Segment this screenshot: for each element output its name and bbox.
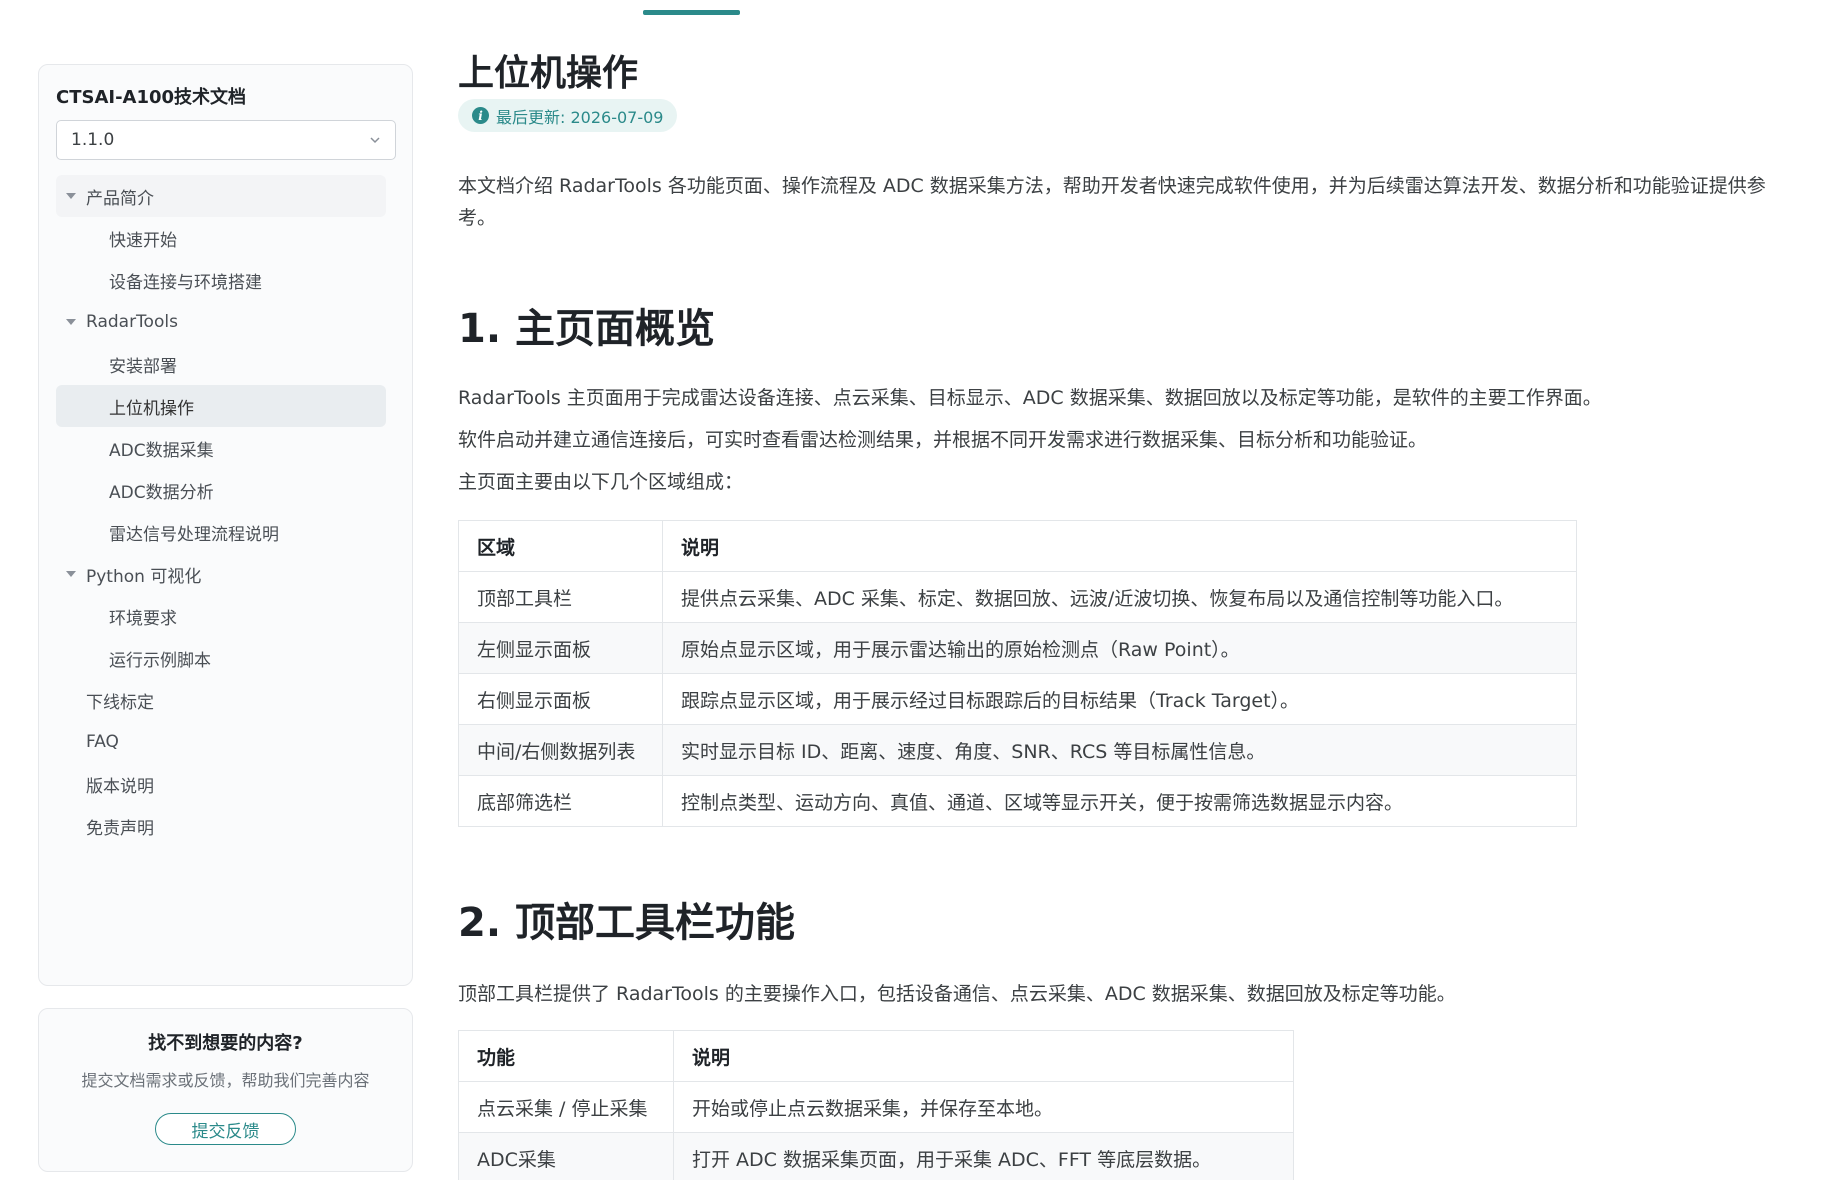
sidebar-item-label: RadarTools	[86, 312, 178, 332]
table-cell: 开始或停止点云数据采集，并保存至本地。	[673, 1081, 1294, 1133]
sidebar-nav: 产品简介 快速开始 设备连接与环境搭建 RadarTools 安装部署 上位机操…	[56, 175, 386, 847]
section-heading-toolbar: 2. 顶部工具栏功能	[458, 900, 795, 946]
sidebar-item-disclaimer[interactable]: 免责声明	[56, 805, 386, 847]
table-cell: 控制点类型、运动方向、真值、通道、区域等显示开关，便于按需筛选数据显示内容。	[662, 775, 1577, 827]
sidebar-item-label: Python 可视化	[86, 566, 202, 587]
feedback-title: 找不到想要的内容?	[148, 1033, 303, 1054]
sidebar-item-release-notes[interactable]: 版本说明	[56, 763, 386, 805]
table-header: 区域	[458, 520, 663, 572]
table-row: 右侧显示面板 跟踪点显示区域，用于展示经过目标跟踪后的目标结果（Track Ta…	[458, 673, 1577, 725]
sidebar-item-calibration[interactable]: 下线标定	[56, 679, 386, 721]
version-select[interactable]: 1.1.0	[56, 120, 396, 160]
feedback-card: 找不到想要的内容? 提交文档需求或反馈，帮助我们完善内容 提交反馈	[38, 1008, 413, 1172]
table-row: ADC采集 打开 ADC 数据采集页面，用于采集 ADC、FFT 等底层数据。	[458, 1132, 1294, 1180]
table-cell: 右侧显示面板	[458, 673, 663, 725]
table-cell: 点云采集 / 停止采集	[458, 1081, 674, 1133]
sidebar-item-label: ADC数据采集	[109, 440, 214, 461]
sidebar-item-label: 环境要求	[109, 608, 177, 629]
table-row: 顶部工具栏 提供点云采集、ADC 采集、标定、数据回放、远波/近波切换、恢复布局…	[458, 571, 1577, 623]
intro-paragraph: 本文档介绍 RadarTools 各功能页面、操作流程及 ADC 数据采集方法，…	[458, 175, 1766, 229]
table-cell: 顶部工具栏	[458, 571, 663, 623]
sidebar-item-label: 设备连接与环境搭建	[109, 272, 262, 293]
page-title: 上位机操作	[458, 53, 639, 94]
sidebar-item-radartools[interactable]: RadarTools	[56, 301, 386, 343]
sidebar-item-quick-start[interactable]: 快速开始	[56, 217, 386, 259]
sidebar-item-env-requirements[interactable]: 环境要求	[56, 595, 386, 637]
submit-feedback-button[interactable]: 提交反馈	[155, 1113, 296, 1145]
sidebar-item-label: 下线标定	[86, 692, 154, 713]
table-header: 说明	[662, 520, 1577, 572]
sidebar-item-install[interactable]: 安装部署	[56, 343, 386, 385]
doc-title: CTSAI-A100技术文档	[56, 87, 247, 108]
feedback-description: 提交文档需求或反馈，帮助我们完善内容	[81, 1071, 370, 1090]
table-row: 底部筛选栏 控制点类型、运动方向、真值、通道、区域等显示开关，便于按需筛选数据显…	[458, 775, 1577, 827]
sidebar-item-run-example[interactable]: 运行示例脚本	[56, 637, 386, 679]
info-icon: i	[472, 107, 489, 124]
table-cell: 提供点云采集、ADC 采集、标定、数据回放、远波/近波切换、恢复布局以及通信控制…	[662, 571, 1577, 623]
sidebar-item-label: 快速开始	[109, 230, 177, 251]
toolbar-functions-table: 功能 说明 点云采集 / 停止采集 开始或停止点云数据采集，并保存至本地。 AD…	[458, 1030, 1294, 1180]
sidebar-item-faq[interactable]: FAQ	[56, 721, 386, 763]
sidebar-item-adc-capture[interactable]: ADC数据采集	[56, 427, 386, 469]
chevron-down-icon	[370, 137, 380, 144]
caret-down-icon[interactable]	[66, 319, 76, 325]
caret-down-icon[interactable]	[66, 193, 76, 199]
paragraph: RadarTools 主页面用于完成雷达设备连接、点云采集、目标显示、ADC 数…	[458, 387, 1602, 409]
active-tab-indicator	[643, 10, 740, 15]
sidebar-item-device-connection[interactable]: 设备连接与环境搭建	[56, 259, 386, 301]
table-row: 点云采集 / 停止采集 开始或停止点云数据采集，并保存至本地。	[458, 1081, 1294, 1133]
sidebar-item-label: 运行示例脚本	[109, 650, 211, 671]
table-header: 说明	[673, 1030, 1294, 1082]
table-header-row: 区域 说明	[458, 520, 1577, 572]
table-cell: 打开 ADC 数据采集页面，用于采集 ADC、FFT 等底层数据。	[673, 1132, 1294, 1180]
table-cell: 原始点显示区域，用于展示雷达输出的原始检测点（Raw Point）。	[662, 622, 1577, 674]
table-header: 功能	[458, 1030, 674, 1082]
sidebar-item-product-intro[interactable]: 产品简介	[56, 175, 386, 217]
section-heading-overview: 1. 主页面概览	[458, 306, 715, 352]
overview-table: 区域 说明 顶部工具栏 提供点云采集、ADC 采集、标定、数据回放、远波/近波切…	[458, 520, 1577, 827]
table-cell: 跟踪点显示区域，用于展示经过目标跟踪后的目标结果（Track Target）。	[662, 673, 1577, 725]
version-value: 1.1.0	[71, 130, 115, 150]
paragraph: 主页面主要由以下几个区域组成：	[458, 471, 744, 493]
sidebar-item-python-viz[interactable]: Python 可视化	[56, 553, 386, 595]
paragraph: 软件启动并建立通信连接后，可实时查看雷达检测结果，并根据不同开发需求进行数据采集…	[458, 429, 1428, 451]
sidebar-item-label: 产品简介	[86, 188, 154, 209]
last-updated-badge: i 最后更新: 2026-07-09	[458, 99, 678, 132]
paragraph: 顶部工具栏提供了 RadarTools 的主要操作入口，包括设备通信、点云采集、…	[458, 983, 1456, 1005]
sidebar-item-label: ADC数据分析	[109, 482, 214, 503]
sidebar-item-label: 安装部署	[109, 356, 177, 377]
sidebar-item-signal-processing[interactable]: 雷达信号处理流程说明	[56, 511, 386, 553]
sidebar-item-adc-analysis[interactable]: ADC数据分析	[56, 469, 386, 511]
table-row: 左侧显示面板 原始点显示区域，用于展示雷达输出的原始检测点（Raw Point）…	[458, 622, 1577, 674]
sidebar-item-host-operation[interactable]: 上位机操作	[56, 385, 386, 427]
table-cell: ADC采集	[458, 1132, 674, 1180]
table-cell: 底部筛选栏	[458, 775, 663, 827]
sidebar: CTSAI-A100技术文档 1.1.0 产品简介 快速开始 设备连接与环境搭建…	[38, 64, 413, 986]
table-header-row: 功能 说明	[458, 1030, 1294, 1082]
last-updated-text: 最后更新: 2026-07-09	[496, 107, 664, 127]
sidebar-item-label: FAQ	[86, 732, 119, 752]
sidebar-item-label: 雷达信号处理流程说明	[109, 524, 279, 545]
table-cell: 中间/右侧数据列表	[458, 724, 663, 776]
sidebar-item-label: 上位机操作	[109, 398, 194, 419]
table-row: 中间/右侧数据列表 实时显示目标 ID、距离、速度、角度、SNR、RCS 等目标…	[458, 724, 1577, 776]
table-cell: 实时显示目标 ID、距离、速度、角度、SNR、RCS 等目标属性信息。	[662, 724, 1577, 776]
table-cell: 左侧显示面板	[458, 622, 663, 674]
caret-down-icon[interactable]	[66, 571, 76, 577]
sidebar-item-label: 版本说明	[86, 776, 154, 797]
sidebar-item-label: 免责声明	[86, 818, 154, 839]
